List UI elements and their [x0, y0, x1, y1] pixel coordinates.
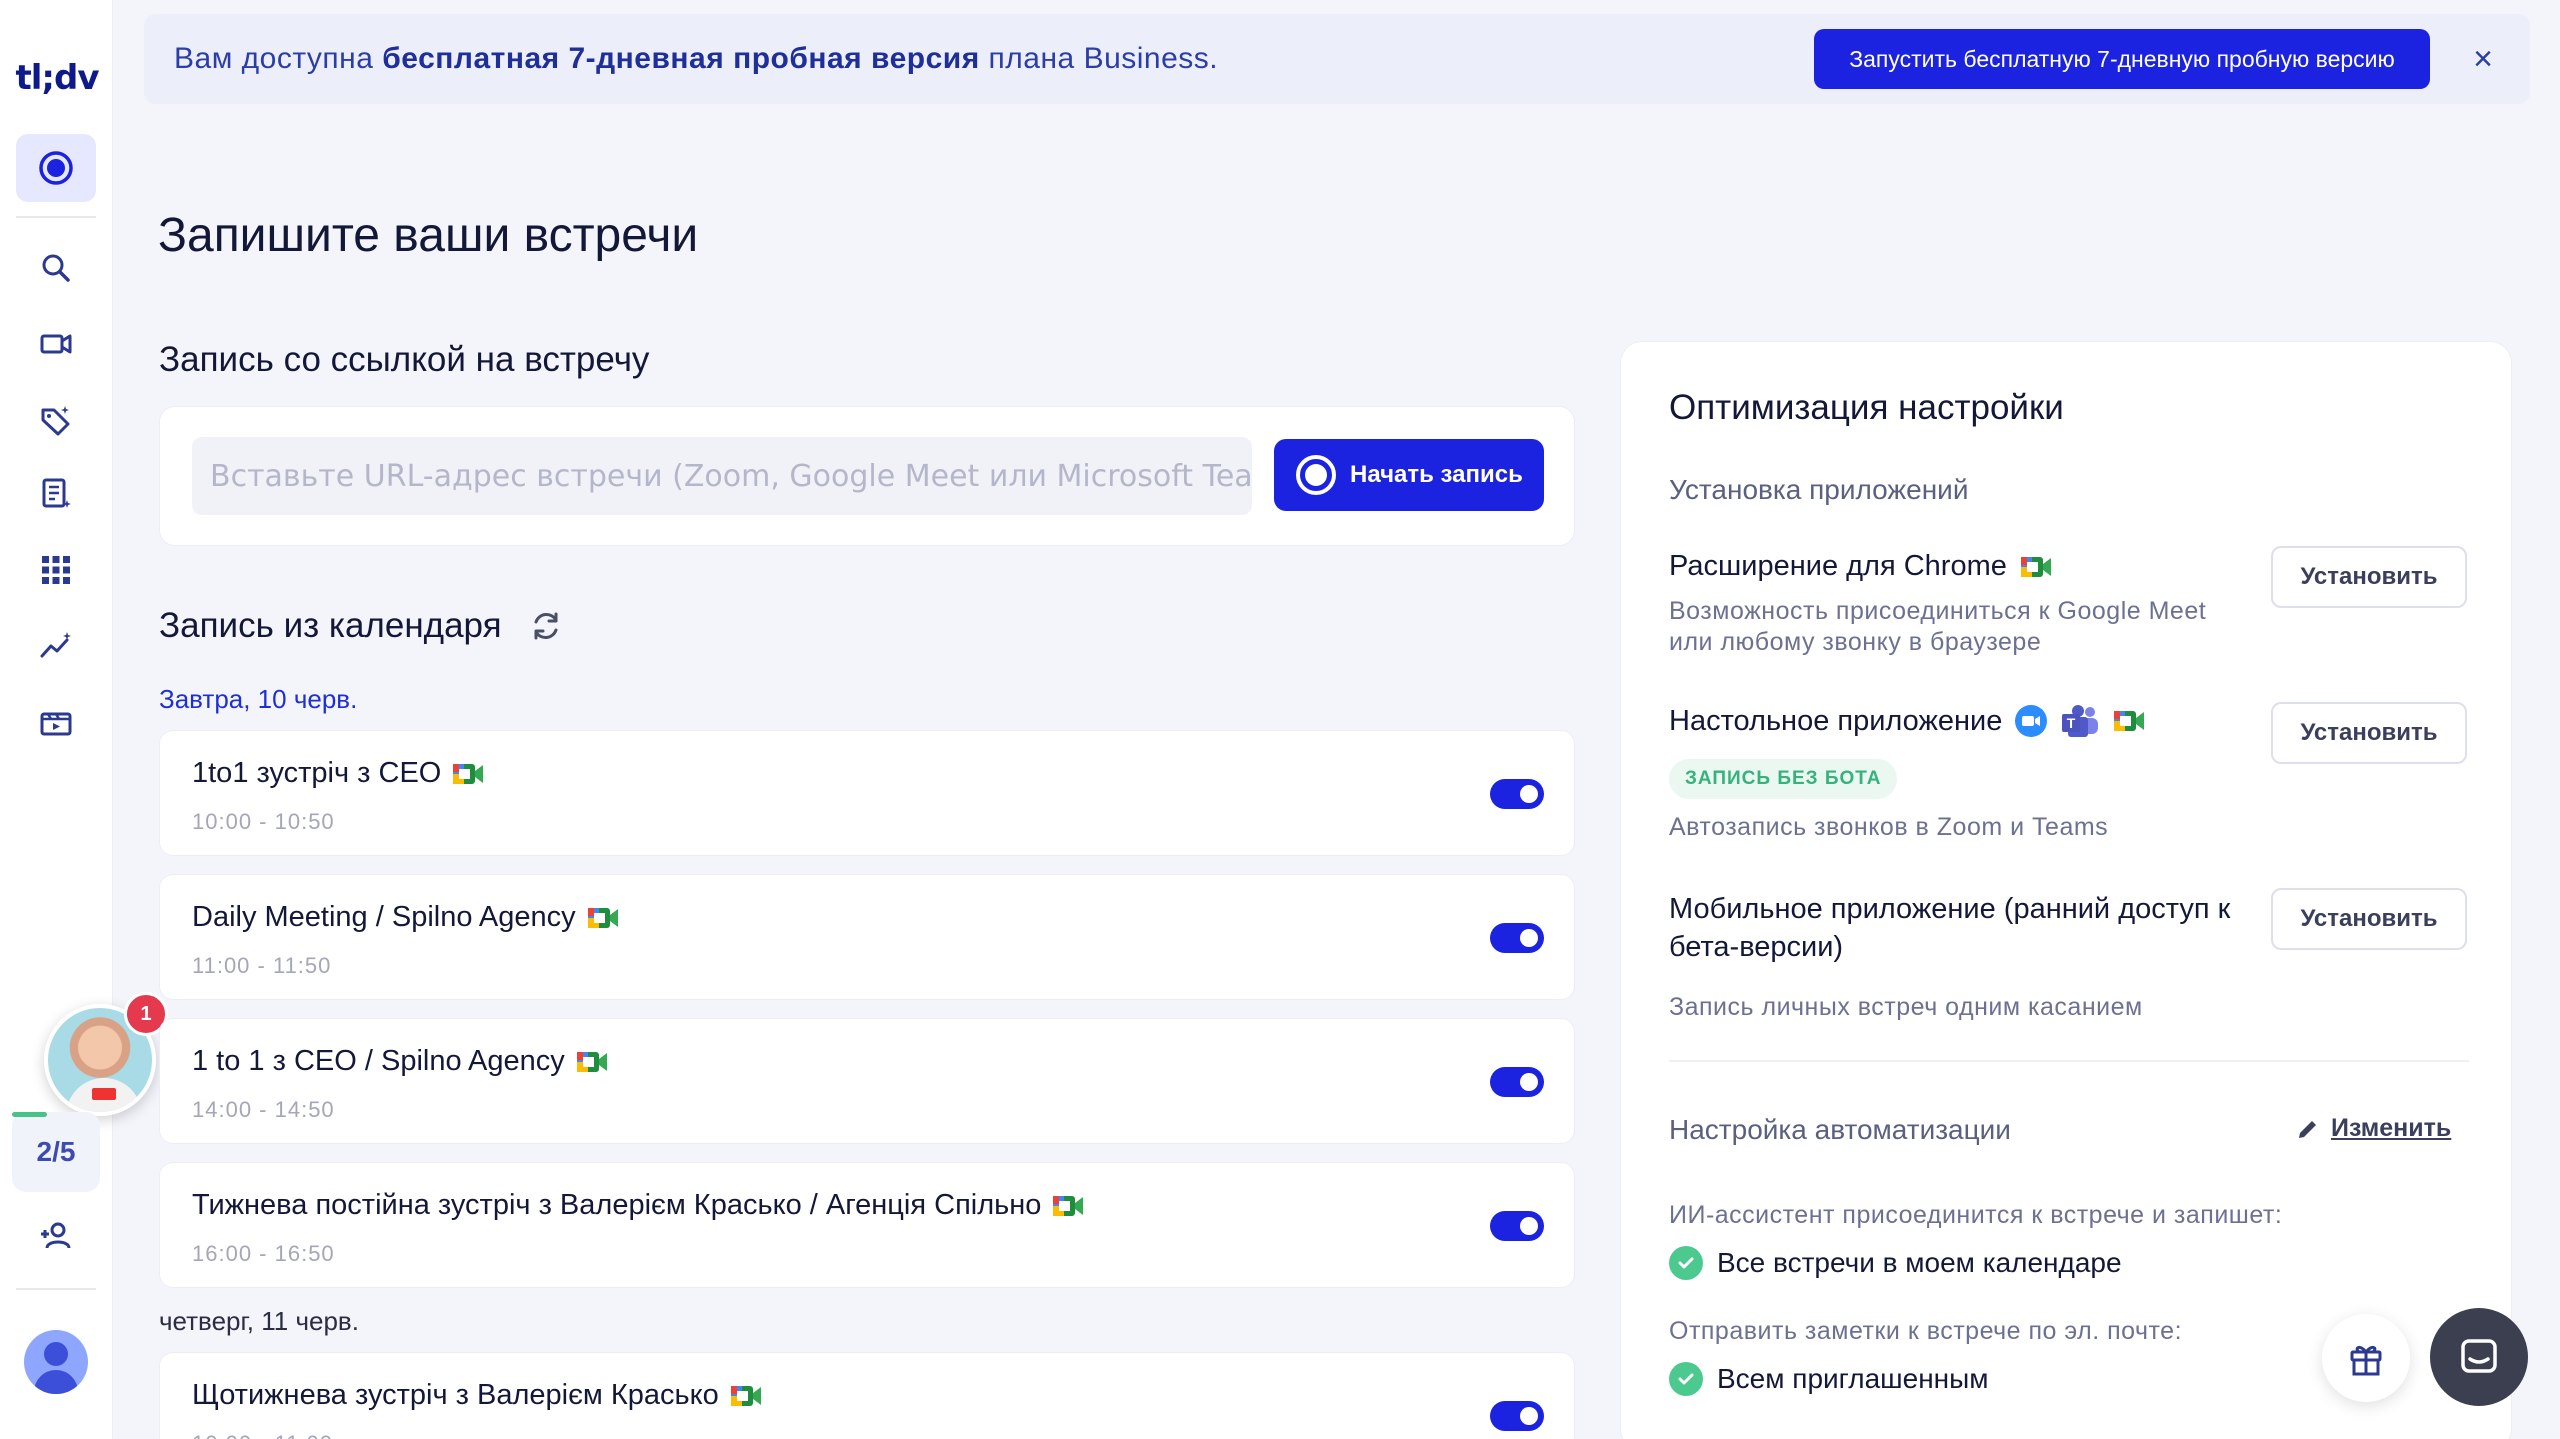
sidebar-item-analytics[interactable]	[16, 612, 96, 680]
event-card[interactable]: Щотижнева зустріч з Валерієм Красько 10:…	[159, 1352, 1575, 1439]
pencil-icon	[2299, 1120, 2316, 1138]
start-trial-button[interactable]: Запустить бесплатную 7-дневную пробную в…	[1814, 29, 2430, 89]
progress-label: 2/5	[36, 1136, 76, 1167]
event-card[interactable]: 1 to 1 з CEO / Spilno Agency 14:00 - 14:…	[159, 1018, 1575, 1144]
start-recording-button[interactable]: Начать запись	[1274, 439, 1544, 511]
desktop-app-desc: Автозапись звонков в Zoom и Teams	[1669, 813, 2109, 841]
check-icon	[1669, 1246, 1703, 1280]
google-meet-icon	[1053, 1195, 1084, 1216]
day-label: четверг, 11 черв.	[159, 1306, 359, 1336]
gift-icon	[2350, 1345, 2382, 1376]
link-record-card: Начать запись	[159, 406, 1575, 546]
install-desktop-app-button[interactable]: Установить	[2271, 702, 2467, 764]
record-toggle[interactable]	[1490, 1211, 1544, 1241]
record-toggle[interactable]	[1490, 1401, 1544, 1431]
link-section-title: Запись со ссылкой на встречу	[159, 340, 650, 379]
edit-automation-link[interactable]: Изменить	[2295, 1114, 2451, 1143]
sidebar-item-integrations[interactable]	[16, 536, 96, 604]
sidebar-item-topics[interactable]	[16, 386, 96, 454]
calendar-section-title: Запись из календаря	[159, 606, 502, 645]
check-icon	[1669, 1362, 1703, 1396]
notes-icon	[42, 478, 71, 508]
day-label: Завтра, 10 черв.	[159, 684, 358, 714]
desktop-app-title: Настольное приложение T	[1669, 704, 2146, 738]
event-time: 10:00 - 11:00	[192, 1431, 333, 1439]
event-time: 16:00 - 16:50	[192, 1241, 335, 1266]
record-toggle[interactable]	[1490, 779, 1544, 809]
sidebar-item-meetings[interactable]	[16, 310, 96, 378]
install-chrome-extension-button[interactable]: Установить	[2271, 546, 2467, 608]
event-title: 1to1 зустріч з CEO	[192, 757, 442, 789]
record-toggle[interactable]	[1490, 923, 1544, 953]
google-meet-icon	[576, 1051, 607, 1072]
assistant-label: ИИ-ассистент присоединится к встрече и з…	[1669, 1201, 2283, 1229]
install-mobile-app-button[interactable]: Установить	[2271, 888, 2467, 950]
automation-title: Настройка автоматизации	[1669, 1114, 2011, 1145]
assistant-setting: Все встречи в моем календаре	[1669, 1246, 2122, 1280]
chat-icon	[2461, 1339, 2497, 1373]
record-icon	[39, 151, 73, 185]
chrome-extension-desc: Возможность присоединиться к Google Meet…	[1669, 597, 2207, 656]
search-icon	[42, 254, 70, 282]
svg-text:T: T	[2067, 715, 2076, 731]
onboarding-progress[interactable]: 2/5	[12, 1112, 100, 1192]
event-card[interactable]: Тижнева постійна зустріч з Валерієм Крас…	[159, 1162, 1575, 1288]
chrome-extension-title: Расширение для Chrome	[1669, 550, 2053, 583]
sidebar: tl;dv 1 2/5	[0, 0, 168, 1439]
apps-subtitle: Установка приложений	[1669, 474, 1969, 505]
add-user-icon	[41, 1222, 71, 1249]
event-time: 14:00 - 14:50	[192, 1097, 335, 1122]
event-title: 1 to 1 з CEO / Spilno Agency	[192, 1045, 565, 1077]
start-recording-label: Начать запись	[1350, 461, 1523, 488]
video-icon	[40, 334, 72, 354]
mobile-app-title: Мобильное приложение (ранний доступ к бе…	[1669, 893, 2231, 963]
sidebar-item-notes[interactable]	[16, 460, 96, 528]
event-title: Щотижнева зустріч з Валерієм Красько	[192, 1379, 719, 1411]
progress-bar	[12, 1112, 48, 1117]
refresh-icon[interactable]	[526, 606, 566, 646]
clips-icon	[40, 712, 72, 736]
record-icon	[1296, 455, 1336, 495]
panel-title: Оптимизация настройки	[1669, 388, 2064, 427]
google-meet-icon	[453, 763, 484, 784]
chat-button[interactable]	[2430, 1308, 2528, 1406]
setup-panel: Оптимизация настройки Установка приложен…	[1620, 341, 2512, 1439]
event-title: Daily Meeting / Spilno Agency	[192, 901, 576, 933]
apps-grid-icon	[42, 556, 70, 584]
zoom-icon	[2015, 705, 2048, 737]
teams-icon: T	[2062, 705, 2099, 737]
email-label: Отправить заметки к встрече по эл. почте…	[1669, 1317, 2183, 1345]
sidebar-item-record[interactable]	[16, 134, 96, 202]
trial-banner: Вам доступна бесплатная 7-дневная пробна…	[144, 14, 2530, 104]
event-card[interactable]: Daily Meeting / Spilno Agency 11:00 - 11…	[159, 874, 1575, 1000]
meeting-url-input[interactable]	[192, 437, 1252, 515]
app-logo[interactable]: tl;dv	[14, 58, 100, 98]
google-meet-icon	[2114, 711, 2145, 731]
email-setting: Всем приглашенным	[1669, 1362, 1989, 1396]
google-meet-icon	[730, 1385, 761, 1406]
mobile-app-desc: Запись личных встреч одним касанием	[1669, 993, 2143, 1021]
analytics-icon	[40, 632, 71, 658]
event-title: Тижнева постійна зустріч з Валерієм Крас…	[192, 1189, 1042, 1221]
close-icon[interactable]: ×	[2466, 42, 2500, 76]
tag-ai-icon	[41, 406, 70, 436]
google-meet-icon	[587, 907, 618, 928]
google-meet-icon	[2020, 556, 2051, 577]
event-time: 11:00 - 11:50	[192, 953, 332, 978]
event-time: 10:00 - 10:50	[192, 809, 335, 834]
event-card[interactable]: 1to1 зустріч з CEO 10:00 - 10:50	[159, 730, 1575, 856]
record-toggle[interactable]	[1490, 1067, 1544, 1097]
page-title: Запишите ваши встречи	[158, 209, 699, 262]
no-bot-badge: ЗАПИСЬ БЕЗ БОТА	[1669, 759, 1898, 799]
user-avatar[interactable]	[24, 1330, 88, 1394]
sidebar-item-search[interactable]	[16, 234, 96, 302]
banner-text: Вам доступна бесплатная 7-дневная пробна…	[174, 42, 1219, 75]
invite-user-button[interactable]	[16, 1202, 96, 1270]
sidebar-item-clips[interactable]	[16, 688, 96, 756]
gift-button[interactable]	[2322, 1314, 2410, 1402]
